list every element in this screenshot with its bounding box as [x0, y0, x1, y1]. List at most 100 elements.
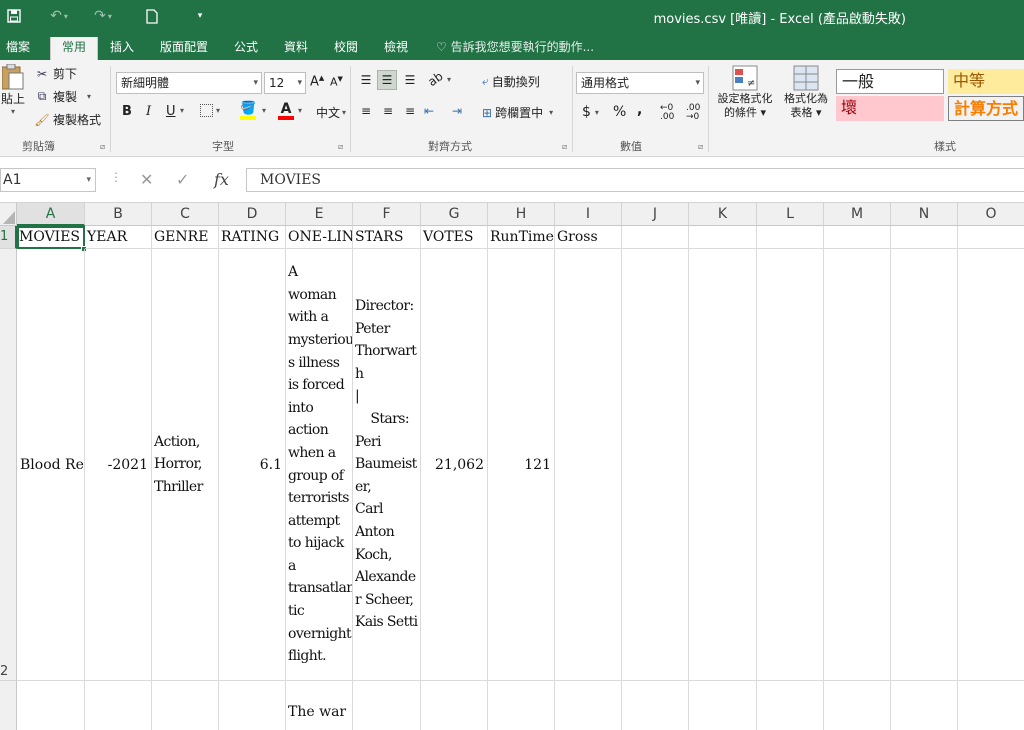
- align-top-button[interactable]: ☰: [356, 70, 376, 90]
- column-header-b[interactable]: B: [85, 203, 152, 226]
- cell-b2[interactable]: -2021: [85, 249, 152, 681]
- cell-f3[interactable]: [353, 681, 421, 730]
- column-header-o[interactable]: O: [958, 203, 1024, 226]
- column-header-c[interactable]: C: [152, 203, 219, 226]
- percent-button[interactable]: %: [613, 104, 626, 120]
- cell-i3[interactable]: [555, 681, 622, 730]
- cell-b3[interactable]: [85, 681, 152, 730]
- enter-icon[interactable]: ✓: [176, 170, 189, 189]
- cell-m2[interactable]: [824, 249, 891, 681]
- column-header-j[interactable]: J: [622, 203, 689, 226]
- italic-button[interactable]: I: [146, 104, 151, 119]
- cell-o3[interactable]: [958, 681, 1024, 730]
- cell-d2[interactable]: 6.1: [219, 249, 286, 681]
- cell-e3[interactable]: The war: [286, 681, 353, 730]
- merge-center-button[interactable]: ⊞ 跨欄置中 ▾: [482, 104, 553, 121]
- format-painter-button[interactable]: 🖌 複製格式: [34, 111, 101, 128]
- cell-l1[interactable]: [757, 226, 824, 249]
- font-size-select[interactable]: 12 ▾: [264, 72, 306, 94]
- clipboard-launcher-icon[interactable]: ⧄: [100, 142, 105, 152]
- tab-view[interactable]: 檢視: [378, 37, 414, 60]
- underline-button[interactable]: U: [166, 104, 176, 119]
- column-header-l[interactable]: L: [757, 203, 824, 226]
- tell-me-search[interactable]: ♡ 告訴我您想要執行的動作...: [430, 37, 600, 60]
- paste-button[interactable]: 貼上 ▾: [0, 64, 26, 128]
- column-header-i[interactable]: I: [555, 203, 622, 226]
- conditional-formatting-button[interactable]: ≠ 設定格式化 的條件 ▾: [712, 64, 778, 120]
- decrease-decimal-button[interactable]: .00 →0: [686, 104, 700, 122]
- cell-j1[interactable]: [622, 226, 689, 249]
- cell-f1[interactable]: STARS: [353, 226, 421, 249]
- row-header-3[interactable]: [0, 681, 17, 730]
- cell-n3[interactable]: [891, 681, 958, 730]
- column-header-a[interactable]: A: [17, 203, 85, 226]
- bold-button[interactable]: B: [122, 104, 132, 119]
- style-normal[interactable]: 一般: [836, 69, 944, 94]
- insert-function-icon[interactable]: fx: [214, 170, 229, 189]
- align-bottom-button[interactable]: ☰: [400, 70, 420, 90]
- font-launcher-icon[interactable]: ⧄: [338, 142, 343, 152]
- increase-indent-button[interactable]: ⇥: [452, 104, 462, 118]
- cell-n2[interactable]: [891, 249, 958, 681]
- increase-decimal-button[interactable]: ←0.00: [660, 104, 674, 122]
- cell-h1[interactable]: RunTime: [488, 226, 555, 249]
- cell-e2[interactable]: A woman with a mysteriou s illness is fo…: [286, 249, 353, 681]
- decrease-indent-button[interactable]: ⇤: [424, 104, 434, 118]
- copy-button[interactable]: ⧉ 複製 ▾: [34, 88, 91, 105]
- column-header-h[interactable]: H: [488, 203, 555, 226]
- cell-i1[interactable]: Gross: [555, 226, 622, 249]
- number-launcher-icon[interactable]: ⧄: [698, 142, 703, 152]
- formula-input[interactable]: MOVIES: [246, 168, 1024, 192]
- fill-color-dropdown[interactable]: ▾: [262, 106, 266, 115]
- cell-c3[interactable]: [152, 681, 219, 730]
- tab-formulas[interactable]: 公式: [228, 37, 264, 60]
- row-header-2[interactable]: 2: [0, 249, 17, 681]
- comma-button[interactable]: ,: [637, 102, 642, 118]
- cell-i2[interactable]: [555, 249, 622, 681]
- cell-l2[interactable]: [757, 249, 824, 681]
- tab-review[interactable]: 校閱: [328, 37, 364, 60]
- cell-j2[interactable]: [622, 249, 689, 681]
- cell-a2[interactable]: Blood Red Sky: [17, 249, 85, 681]
- borders-button[interactable]: ▾: [200, 104, 220, 117]
- increase-font-size-button[interactable]: A▲: [310, 74, 324, 89]
- orientation-button[interactable]: ab ▾: [425, 69, 451, 89]
- tab-insert[interactable]: 插入: [104, 37, 140, 60]
- column-header-g[interactable]: G: [421, 203, 488, 226]
- cell-e1[interactable]: ONE-LINE: [286, 226, 353, 249]
- style-bad[interactable]: 壞: [836, 96, 944, 121]
- cell-f2[interactable]: Director: Peter Thorwart h | Stars: Peri…: [353, 249, 421, 681]
- decrease-font-size-button[interactable]: A▼: [330, 75, 343, 89]
- fill-color-button[interactable]: 🪣: [240, 102, 256, 120]
- number-format-select[interactable]: 通用格式 ▾: [576, 72, 704, 94]
- cell-g1[interactable]: VOTES: [421, 226, 488, 249]
- cell-g3[interactable]: [421, 681, 488, 730]
- tab-file[interactable]: 檔案: [0, 37, 36, 60]
- font-color-dropdown[interactable]: ▾: [298, 106, 302, 115]
- align-right-button[interactable]: ≡: [400, 104, 420, 118]
- alignment-launcher-icon[interactable]: ⧄: [562, 142, 567, 152]
- tab-page-layout[interactable]: 版面配置: [154, 37, 214, 60]
- column-header-d[interactable]: D: [219, 203, 286, 226]
- column-header-e[interactable]: E: [286, 203, 353, 226]
- cell-h3[interactable]: [488, 681, 555, 730]
- cell-n1[interactable]: [891, 226, 958, 249]
- tab-data[interactable]: 資料: [278, 37, 314, 60]
- cell-a1[interactable]: MOVIES: [17, 226, 85, 249]
- column-header-n[interactable]: N: [891, 203, 958, 226]
- column-header-m[interactable]: M: [824, 203, 891, 226]
- font-color-button[interactable]: A: [278, 102, 294, 120]
- cell-k2[interactable]: [689, 249, 757, 681]
- wrap-text-button[interactable]: ⤶ 自動換列: [482, 73, 540, 90]
- cell-l3[interactable]: [757, 681, 824, 730]
- align-left-button[interactable]: ≡: [356, 104, 376, 118]
- cell-c2[interactable]: Action, Horror, Thriller: [152, 249, 219, 681]
- underline-dropdown[interactable]: ▾: [180, 106, 184, 115]
- cell-o2[interactable]: [958, 249, 1024, 681]
- cell-o1[interactable]: [958, 226, 1024, 249]
- font-name-select[interactable]: 新細明體 ▾: [116, 72, 262, 94]
- cell-m3[interactable]: [824, 681, 891, 730]
- cell-a3[interactable]: [17, 681, 85, 730]
- cell-j3[interactable]: [622, 681, 689, 730]
- cancel-icon[interactable]: ✕: [140, 170, 153, 189]
